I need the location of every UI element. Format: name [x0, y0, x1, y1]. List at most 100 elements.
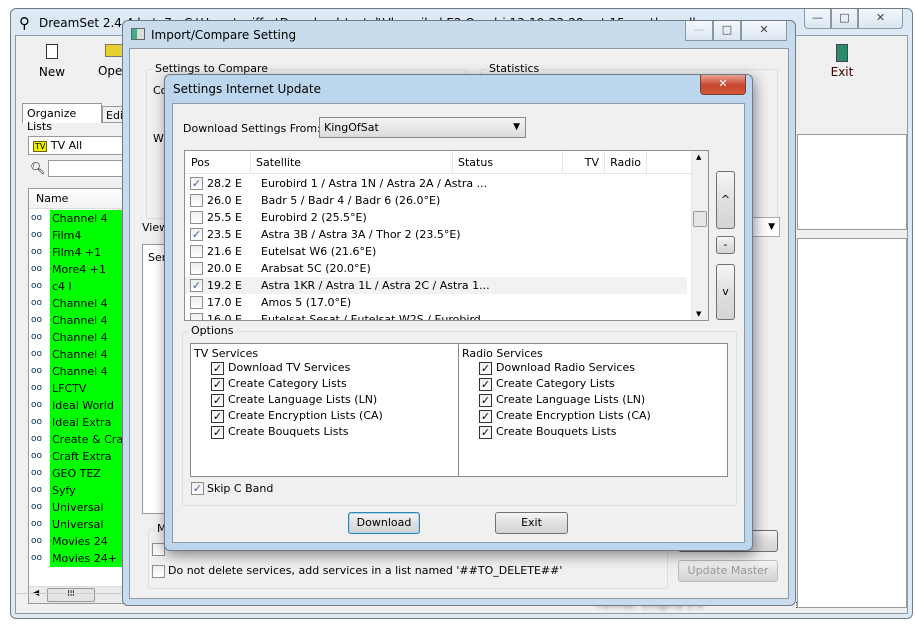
glasses-icon: oo — [31, 451, 43, 461]
remove-button[interactable]: - — [716, 236, 735, 254]
glasses-icon: oo — [31, 264, 43, 274]
right-panel-lower — [797, 238, 907, 608]
column-header-name[interactable]: Name — [29, 189, 137, 209]
glasses-icon: oo — [31, 502, 43, 512]
satellite-row[interactable]: 17.0 E Amos 5 (17.0°E) — [185, 294, 687, 311]
dialog-client: Download Settings From: KingOfSat ▼ Pos … — [172, 103, 745, 543]
scroll-up-icon[interactable]: ▲ — [696, 153, 701, 161]
channel-list-item[interactable]: oo Channel 4 — [29, 295, 137, 312]
option-checkbox[interactable]: ✓ — [211, 426, 224, 439]
column-header-radio[interactable]: Radio — [605, 151, 647, 174]
channel-list-item[interactable]: oo c4 l — [29, 278, 137, 295]
glasses-icon: oo — [31, 281, 43, 291]
glasses-icon: oo — [31, 383, 43, 393]
option-checkbox[interactable]: ✓ — [479, 394, 492, 407]
satellite-checkbox[interactable]: ✓ — [190, 228, 203, 241]
close-button[interactable]: ✕ — [858, 9, 903, 29]
option-checkbox[interactable]: ✓ — [479, 362, 492, 375]
minimize-button[interactable]: — — [804, 9, 831, 29]
satellite-row[interactable]: ✓ 28.2 E Eurobird 1 / Astra 1N / Astra 2A … — [185, 175, 687, 192]
tv-icon: TV — [33, 141, 48, 152]
option-checkbox[interactable]: ✓ — [479, 426, 492, 439]
satellite-row[interactable]: 21.6 E Eutelsat W6 (21.6°E) — [185, 243, 687, 260]
option-checkbox[interactable]: ✓ — [211, 362, 224, 375]
dialog-titlebar: Settings Internet Update — [173, 82, 321, 96]
column-header-tv[interactable]: TV — [563, 151, 605, 174]
channel-list-item[interactable]: oo Channel 4 — [29, 363, 137, 380]
option-checkbox[interactable]: ✓ — [479, 410, 492, 423]
column-header-pos[interactable]: Pos — [185, 151, 251, 174]
satellite-row[interactable]: 26.0 E Badr 5 / Badr 4 / Badr 6 (26.0°E) — [185, 192, 687, 209]
glasses-icon: oo — [31, 553, 43, 563]
option-checkbox[interactable]: ✓ — [479, 378, 492, 391]
channel-list-item[interactable]: oo Craft Extra — [29, 448, 137, 465]
move-up-button[interactable]: ^ — [716, 171, 735, 229]
satellite-checkbox[interactable] — [190, 245, 203, 258]
exit-button[interactable]: Exit — [495, 512, 568, 534]
glasses-icon: oo — [31, 298, 43, 308]
channel-list-item[interactable]: oo Film4 — [29, 227, 137, 244]
glasses-icon: oo — [31, 400, 43, 410]
dialog-close-button[interactable]: ✕ — [700, 75, 746, 95]
channel-list-item[interactable]: oo Channel 4 — [29, 329, 137, 346]
channel-list-item[interactable]: oo Universal — [29, 499, 137, 516]
channel-list-item[interactable]: oo Channel 4 — [29, 210, 137, 227]
satellite-checkbox[interactable] — [190, 262, 203, 275]
satellite-checkbox[interactable] — [190, 211, 203, 224]
channel-list-item[interactable]: oo Create & Craft — [29, 431, 137, 448]
satellite-row[interactable]: ✓ 19.2 E Astra 1KR / Astra 1L / Astra 2C /… — [185, 277, 687, 294]
channel-list-item[interactable]: oo Ideal Extra — [29, 414, 137, 431]
glasses-icon: oo — [31, 519, 43, 529]
satellite-row[interactable]: 16.0 E Eutelsat Sesat / Eutelsat W2S / Eu… — [185, 311, 687, 320]
satellite-checkbox[interactable] — [190, 296, 203, 309]
option-checkbox[interactable]: ✓ — [211, 378, 224, 391]
new-file-icon — [46, 44, 58, 59]
channel-list-item[interactable]: oo GEO TEZ — [29, 465, 137, 482]
update-master-button[interactable]: Update Master — [678, 560, 778, 582]
option-checkbox[interactable]: ✓ — [211, 394, 224, 407]
glasses-icon: oo — [31, 536, 43, 546]
toolbar-new-button[interactable]: New — [32, 44, 72, 79]
channel-list-item[interactable]: oo Channel 4 — [29, 346, 137, 363]
satellite-checkbox[interactable] — [190, 194, 203, 207]
satellite-row[interactable]: 20.0 E Arabsat 5C (20.0°E) — [185, 260, 687, 277]
channel-list-item[interactable]: oo LFCTV — [29, 380, 137, 397]
channel-list-item[interactable]: oo Channel 4 — [29, 312, 137, 329]
satellite-checkbox[interactable]: ✓ — [190, 279, 203, 292]
toolbar-exit-button[interactable]: Exit — [822, 44, 862, 79]
channel-list-item[interactable]: oo More4 +1 — [29, 261, 137, 278]
download-source-select[interactable]: KingOfSat ▼ — [319, 117, 526, 138]
satellite-checkbox[interactable]: ✓ — [190, 177, 203, 190]
vertical-scrollbar[interactable]: ▲ ▼ — [691, 151, 708, 320]
channel-list-item[interactable]: oo Universal — [29, 516, 137, 533]
channel-list-item[interactable]: oo Syfy — [29, 482, 137, 499]
tab-organize-lists[interactable]: Organize Lists — [22, 103, 102, 133]
compare-close-button[interactable]: ✕ — [741, 21, 787, 41]
maximize-button[interactable]: □ — [831, 9, 858, 29]
channel-list-item[interactable]: oo Movies 24 — [29, 533, 137, 550]
do-not-delete-checkbox[interactable] — [152, 565, 165, 578]
satellite-dish-icon: ⚲ — [19, 14, 30, 32]
channel-list-item[interactable]: oo Ideal World — [29, 397, 137, 414]
chevron-down-icon: ▼ — [513, 122, 520, 132]
satellite-checkbox[interactable] — [190, 313, 203, 320]
satellite-row[interactable]: ✓ 23.5 E Astra 3B / Astra 3A / Thor 2 (23.… — [185, 226, 687, 243]
compare-minimize-button[interactable]: — — [685, 21, 713, 41]
right-panel — [797, 134, 907, 230]
glasses-icon: oo — [31, 434, 43, 444]
channel-list-item[interactable]: oo Film4 +1 — [29, 244, 137, 261]
option-checkbox[interactable]: ✓ — [211, 410, 224, 423]
move-down-button[interactable]: v — [716, 264, 735, 320]
column-header-satellite[interactable]: Satellite — [251, 151, 453, 174]
channel-list-item[interactable]: oo Movies 24+ — [29, 550, 137, 567]
download-button[interactable]: Download — [348, 512, 420, 534]
skip-c-band-checkbox[interactable]: ✓ — [191, 482, 204, 495]
satellite-row[interactable]: 25.5 E Eurobird 2 (25.5°E) — [185, 209, 687, 226]
open-folder-icon — [105, 44, 123, 57]
scrollbar-thumb[interactable] — [693, 211, 707, 227]
column-header-status[interactable]: Status — [453, 151, 563, 174]
scroll-down-icon[interactable]: ▼ — [696, 310, 701, 318]
radio-services-panel: Radio Services ✓ Download Radio Services ✓… — [458, 343, 728, 477]
compare-maximize-button[interactable]: □ — [713, 21, 741, 41]
settings-internet-update-dialog: Settings Internet Update ✕ Download Sett… — [164, 74, 753, 551]
